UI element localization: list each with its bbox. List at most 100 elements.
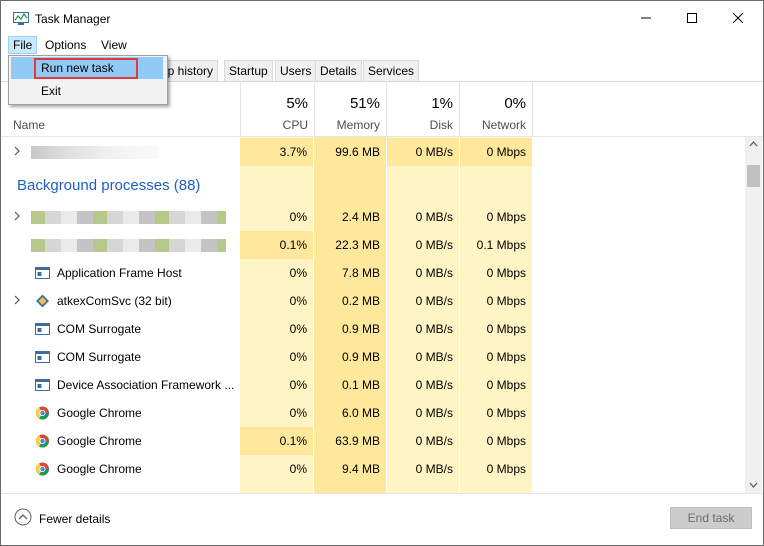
tab-details[interactable]: Details: [315, 60, 362, 81]
title-bar: Task Manager: [1, 1, 763, 35]
minimize-icon: [641, 17, 651, 19]
highlight-box: [34, 58, 138, 79]
column-network[interactable]: 0% Network: [460, 81, 533, 136]
end-task-button[interactable]: End task: [670, 507, 752, 529]
process-name: Application Frame Host: [57, 266, 182, 280]
tab-startup[interactable]: Startup: [224, 60, 273, 81]
chevron-right-icon[interactable]: [13, 146, 21, 156]
memory-cell: 63.9 MB: [335, 434, 380, 448]
scroll-down-icon[interactable]: [749, 482, 758, 488]
table-row[interactable]: 3.7% 99.6 MB 0 MB/s 0 Mbps: [1, 138, 745, 166]
cpu-cell: 0%: [289, 322, 307, 336]
table-row[interactable]: Google Chrome 0% 9.4 MB 0 MB/s 0 Mbps: [1, 455, 745, 483]
tab-users[interactable]: Users: [275, 60, 317, 81]
close-button[interactable]: [715, 1, 761, 35]
window-title: Task Manager: [35, 12, 111, 26]
memory-cell: 0.2 MB: [341, 294, 380, 308]
vertical-scrollbar[interactable]: [745, 137, 762, 493]
table-row[interactable]: atkexComSvc (32 bit) 0% 0.2 MB 0 MB/s 0 Mbps: [1, 287, 745, 315]
process-name: Device Association Framework ...: [57, 378, 235, 392]
maximize-button[interactable]: [669, 1, 715, 35]
disk-cell: 0 MB/s: [415, 210, 453, 224]
chevron-right-icon[interactable]: [13, 211, 21, 221]
column-disk[interactable]: 1% Disk: [387, 81, 460, 136]
diamond-app-icon: [36, 294, 49, 308]
table-row[interactable]: COM Surrogate 0% 0.9 MB 0 MB/s 0 Mbps: [1, 343, 745, 371]
disk-cell: 0 MB/s: [415, 322, 453, 336]
network-cell: 0 Mbps: [486, 322, 526, 336]
column-name[interactable]: Name: [13, 118, 45, 132]
memory-cell: 0.9 MB: [341, 350, 380, 364]
network-cell: 0 Mbps: [486, 350, 526, 364]
process-name: Google Chrome: [57, 462, 142, 476]
network-cell: 0 Mbps: [486, 434, 526, 448]
memory-cell: 0.9 MB: [341, 322, 380, 336]
scrollbar-thumb[interactable]: [747, 165, 760, 187]
process-name: COM Surrogate: [57, 322, 142, 336]
process-list: 3.7% 99.6 MB 0 MB/s 0 Mbps Background pr…: [1, 137, 745, 493]
blurred-process-name: [31, 239, 226, 252]
disk-cell: 0 MB/s: [415, 238, 453, 252]
menu-view[interactable]: View: [97, 37, 131, 53]
network-cell: 0 Mbps: [486, 462, 526, 476]
fewer-details-link[interactable]: Fewer details: [39, 512, 110, 526]
process-name: Google Chrome: [57, 406, 142, 420]
scroll-up-icon[interactable]: [749, 141, 758, 147]
window-process-icon: [35, 379, 50, 391]
cpu-cell: 3.7%: [240, 138, 313, 166]
window-process-icon: [35, 351, 50, 363]
disk-cell: 0 MB/s: [415, 266, 453, 280]
network-cell: 0 Mbps: [486, 294, 526, 308]
file-menu-dropdown: Run new task Exit: [8, 55, 168, 105]
chevron-up-circle-icon[interactable]: [14, 508, 32, 526]
network-percent: 0%: [504, 95, 526, 112]
process-name: atkexComSvc (32 bit): [57, 294, 172, 308]
menu-file[interactable]: File: [8, 36, 38, 54]
cpu-cell: 0%: [289, 266, 307, 280]
network-cell: 0 Mbps: [486, 266, 526, 280]
chrome-icon: [36, 434, 49, 448]
table-row[interactable]: Google Chrome 0.1% 63.9 MB 0 MB/s 0 Mbps: [1, 427, 745, 455]
cpu-cell: 0.1%: [240, 427, 313, 455]
network-cell: 0 Mbps: [486, 210, 526, 224]
cpu-percent: 5%: [286, 95, 308, 112]
table-row[interactable]: Device Association Framework ... 0% 0.1 MB…: [1, 371, 745, 399]
table-row[interactable]: Google Chrome 0% 6.0 MB 0 MB/s 0 Mbps: [1, 399, 745, 427]
task-manager-window: Task Manager File Options View pp histor…: [0, 0, 764, 546]
column-cpu[interactable]: 5% CPU: [240, 81, 315, 136]
cpu-cell: 0%: [289, 294, 307, 308]
disk-cell: 0 MB/s: [415, 462, 453, 476]
network-cell: 0.1 Mbps: [476, 238, 526, 252]
tab-services[interactable]: Services: [363, 60, 420, 81]
blurred-app-name: [31, 146, 159, 159]
minimize-button[interactable]: [623, 1, 669, 35]
table-row[interactable]: 0% 2.4 MB 0 MB/s 0 Mbps: [1, 203, 745, 231]
table-row[interactable]: COM Surrogate 0% 0.9 MB 0 MB/s 0 Mbps: [1, 315, 745, 343]
cpu-cell: 0%: [289, 462, 307, 476]
chrome-icon: [36, 462, 49, 476]
table-row[interactable]: Application Frame Host 0% 7.8 MB 0 MB/s 0 Mb…: [1, 259, 745, 287]
blurred-process-name: [31, 211, 226, 224]
memory-cell: 6.0 MB: [341, 406, 380, 420]
disk-cell: 0 MB/s: [415, 406, 453, 420]
memory-label: Memory: [336, 118, 380, 132]
disk-percent: 1%: [431, 95, 453, 112]
menu-options[interactable]: Options: [41, 37, 90, 53]
menu-item-run-new-task[interactable]: Run new task: [11, 57, 163, 79]
network-cell: 0 Mbps: [460, 138, 532, 166]
cpu-cell: 0%: [289, 406, 307, 420]
memory-cell: 2.4 MB: [341, 210, 380, 224]
disk-cell: 0 MB/s: [415, 434, 453, 448]
disk-cell: 0 MB/s: [415, 378, 453, 392]
maximize-icon: [687, 13, 697, 23]
disk-label: Disk: [429, 118, 453, 132]
chevron-right-icon[interactable]: [13, 295, 21, 305]
memory-cell: 0.1 MB: [341, 378, 380, 392]
network-label: Network: [481, 118, 526, 132]
menu-item-exit[interactable]: Exit: [11, 80, 163, 102]
cpu-cell: 0%: [289, 210, 307, 224]
disk-cell: 0 MB/s: [415, 294, 453, 308]
column-memory[interactable]: 51% Memory: [314, 81, 387, 136]
disk-cell: 0 MB/s: [387, 138, 459, 166]
table-row[interactable]: 0.1% 22.3 MB 0 MB/s 0.1 Mbps: [1, 231, 745, 259]
